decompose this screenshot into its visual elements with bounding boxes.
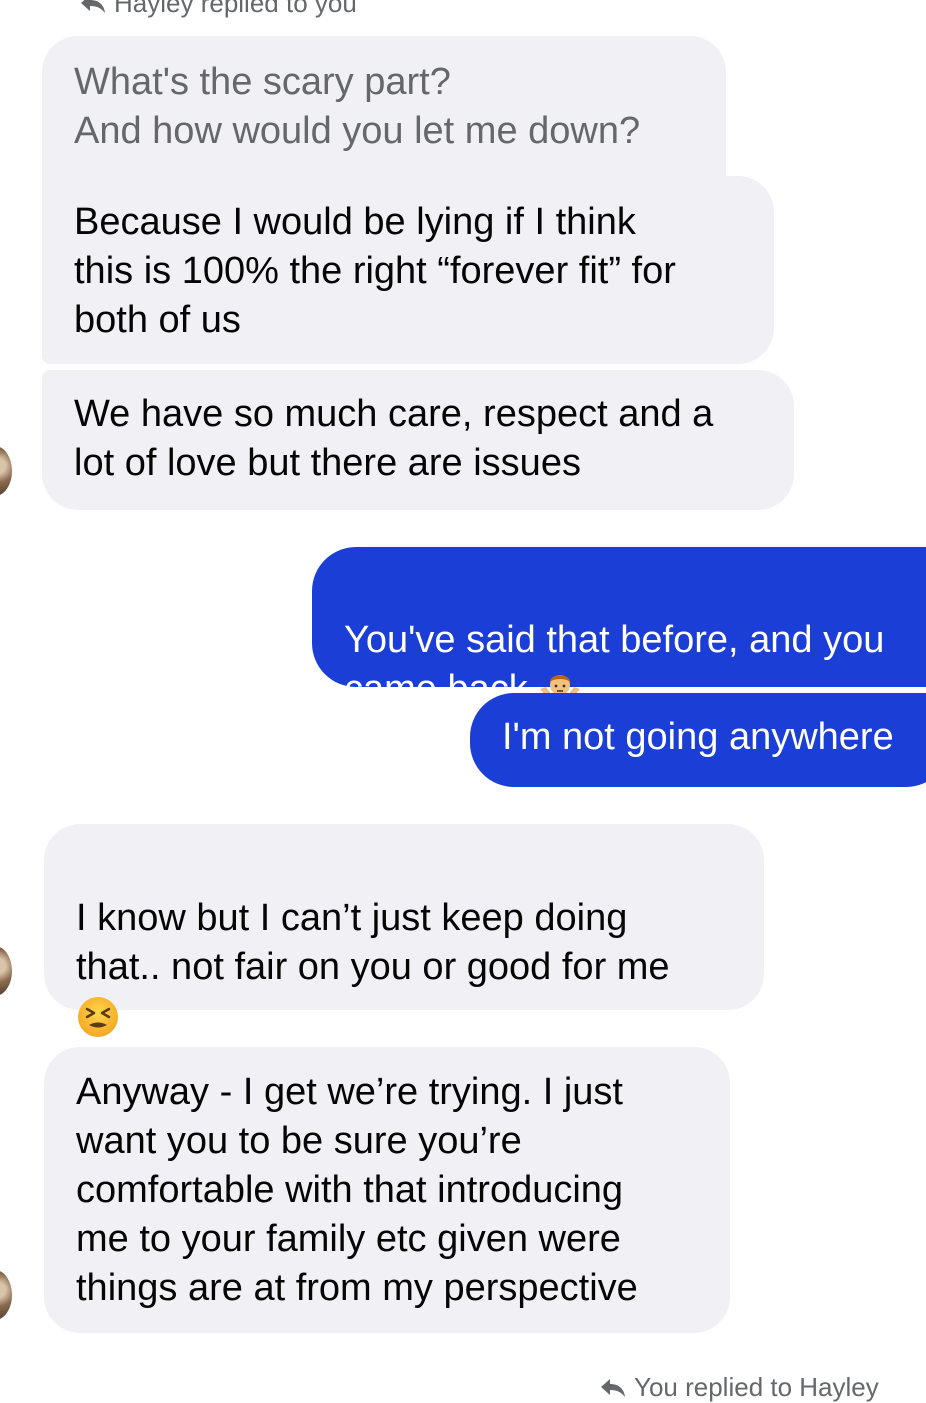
quoted-message-bubble[interactable]: What's the scary part? And how would you… <box>42 36 726 186</box>
reply-hint-text: Hayley replied to you <box>114 0 357 18</box>
reply-hint-text: You replied to Hayley <box>634 1372 879 1402</box>
reply-hint-top: Hayley replied to you <box>80 0 357 19</box>
avatar[interactable] <box>0 446 12 496</box>
message-bubble-incoming[interactable]: Because I would be lying if I think this… <box>42 176 774 364</box>
reply-arrow-icon <box>601 1378 625 1397</box>
avatar[interactable] <box>0 1270 12 1320</box>
message-bubble-incoming[interactable]: We have so much care, respect and a lot … <box>42 370 794 510</box>
message-bubble-outgoing[interactable]: I'm not going anywhere <box>470 693 926 787</box>
message-bubble-incoming[interactable]: I know but I can’t just keep doing that.… <box>44 824 764 1037</box>
message-bubble-incoming[interactable]: Anyway - I get we’re trying. I just want… <box>44 1047 730 1333</box>
reply-arrow-icon <box>81 0 105 13</box>
avatar[interactable] <box>0 946 12 996</box>
message-text: I know but I can’t just keep doing that.… <box>76 897 670 988</box>
tired-face-emoji <box>78 996 118 1037</box>
reply-hint-bottom: You replied to Hayley <box>600 1372 879 1403</box>
message-bubble-outgoing[interactable]: You've said that before, and you came ba… <box>312 547 926 715</box>
